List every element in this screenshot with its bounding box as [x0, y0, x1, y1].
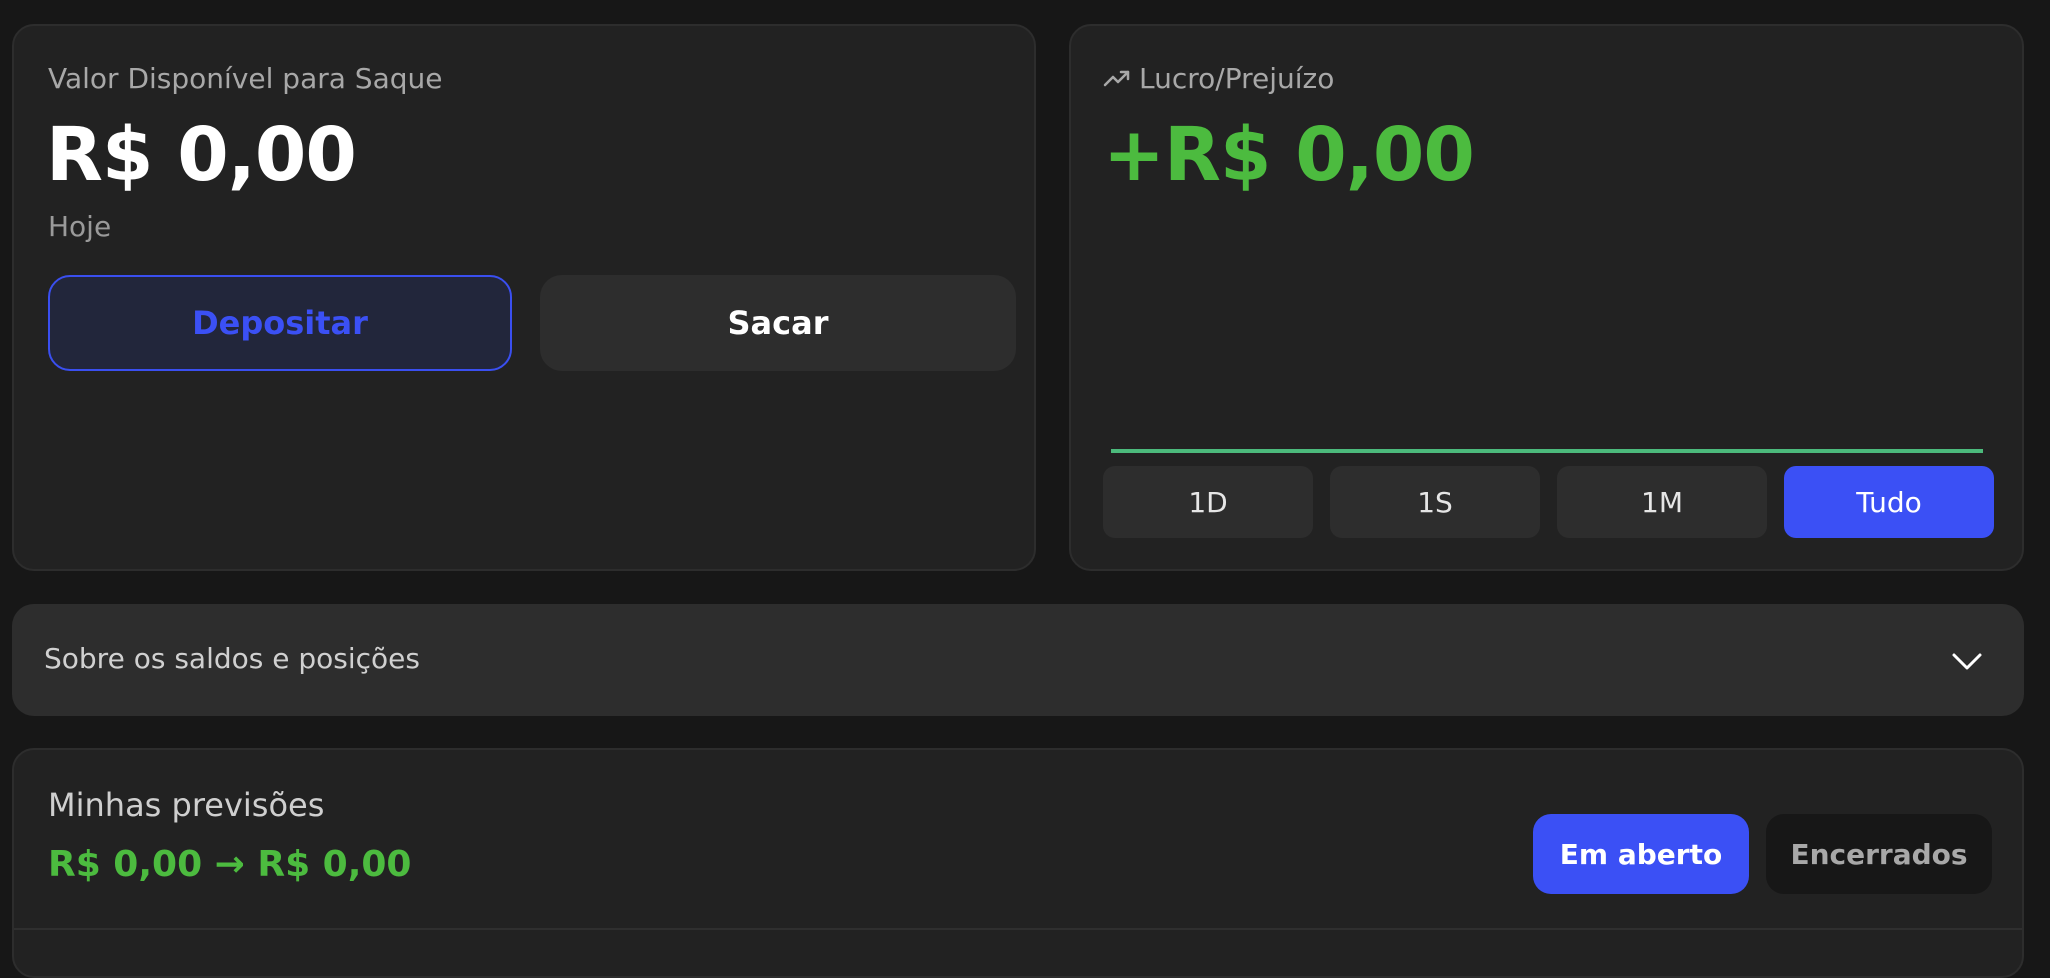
deposit-button[interactable]: Depositar	[48, 275, 512, 371]
predictions-value-flow: R$ 0,00 → R$ 0,00	[48, 844, 412, 885]
profit-amount: +R$ 0,00	[1103, 112, 1475, 198]
balance-period: Hoje	[48, 210, 112, 243]
range-tabs: 1D 1S 1M Tudo	[1103, 466, 1996, 538]
balance-label: Valor Disponível para Saque	[48, 62, 443, 95]
range-tab-all[interactable]: Tudo	[1784, 466, 1994, 538]
predictions-card: Minhas previsões R$ 0,00 → R$ 0,00 Em ab…	[12, 748, 2024, 978]
balances-info-accordion[interactable]: Sobre os saldos e posições	[12, 604, 2024, 716]
profit-header: Lucro/Prejuízo	[1103, 62, 1334, 95]
profit-label: Lucro/Prejuízo	[1139, 62, 1335, 95]
divider	[14, 928, 2022, 930]
closed-predictions-tab[interactable]: Encerrados	[1766, 814, 1992, 894]
profit-card: Lucro/Prejuízo +R$ 0,00 1D 1S 1M Tudo	[1069, 24, 2024, 571]
accordion-label: Sobre os saldos e posições	[44, 642, 420, 675]
withdraw-button[interactable]: Sacar	[540, 275, 1016, 371]
chevron-down-icon[interactable]	[1950, 644, 1984, 678]
open-predictions-tab[interactable]: Em aberto	[1533, 814, 1749, 894]
range-tab-1d[interactable]: 1D	[1103, 466, 1313, 538]
balance-card: Valor Disponível para Saque R$ 0,00 Hoje…	[12, 24, 1036, 571]
range-tab-1m[interactable]: 1M	[1557, 466, 1767, 538]
predictions-title: Minhas previsões	[48, 786, 325, 824]
balance-amount: R$ 0,00	[46, 112, 357, 198]
trending-up-icon	[1103, 70, 1130, 86]
range-tab-1s[interactable]: 1S	[1330, 466, 1540, 538]
